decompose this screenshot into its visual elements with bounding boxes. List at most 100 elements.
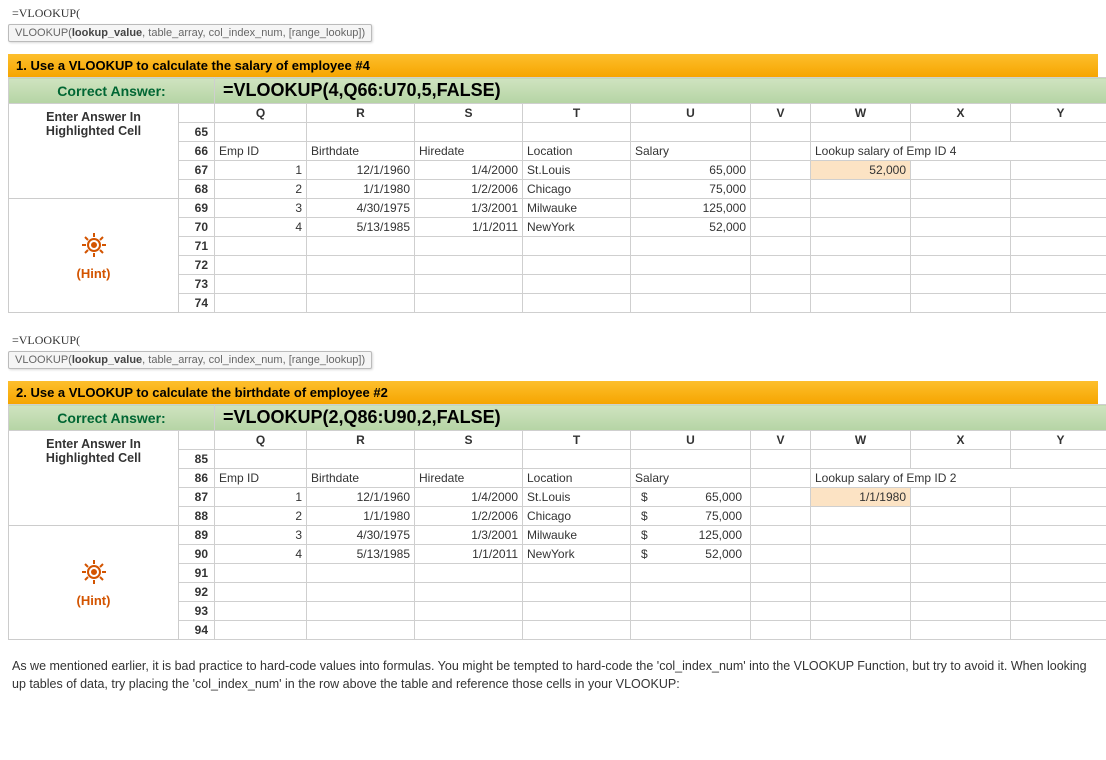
cell[interactable]: Milwauke [523,526,631,545]
cell[interactable] [751,602,811,621]
cell[interactable] [415,564,523,583]
cell[interactable] [307,275,415,294]
cell[interactable] [911,123,1011,142]
cell[interactable]: Milwauke [523,199,631,218]
cell[interactable] [811,507,911,526]
cell[interactable] [631,602,751,621]
cell[interactable]: Chicago [523,507,631,526]
cell[interactable] [1011,294,1106,313]
cell[interactable] [811,450,911,469]
cell[interactable] [523,450,631,469]
cell[interactable] [811,583,911,602]
lookup-label-1[interactable]: Lookup salary of Emp ID 4 [811,142,1106,161]
cell[interactable]: $75,000 [631,507,751,526]
cell[interactable] [631,564,751,583]
hdr-sal[interactable]: Salary [631,469,751,488]
cell[interactable]: 1/4/2000 [415,488,523,507]
cell[interactable] [811,275,911,294]
cell[interactable] [811,294,911,313]
cell[interactable]: 12/1/1960 [307,161,415,180]
cell[interactable] [307,294,415,313]
cell[interactable]: St.Louis [523,161,631,180]
cell[interactable] [215,237,307,256]
cell[interactable] [751,123,811,142]
cell[interactable] [751,294,811,313]
cell[interactable]: 1/1/2011 [415,218,523,237]
cell[interactable] [751,180,811,199]
cell[interactable] [911,507,1011,526]
cell[interactable]: 3 [215,526,307,545]
cell[interactable] [1011,123,1106,142]
cell[interactable]: 1/3/2001 [415,526,523,545]
formula-input-2[interactable]: =VLOOKUP( [8,331,1098,350]
cell[interactable] [1011,199,1106,218]
cell[interactable] [523,256,631,275]
cell[interactable]: 4/30/1975 [307,199,415,218]
cell[interactable] [307,123,415,142]
cell[interactable] [911,256,1011,275]
cell[interactable] [523,237,631,256]
cell[interactable] [751,564,811,583]
cell[interactable] [911,545,1011,564]
cell[interactable] [307,564,415,583]
cell[interactable] [215,123,307,142]
cell[interactable] [751,621,811,640]
cell[interactable] [911,218,1011,237]
cell[interactable] [751,256,811,275]
cell[interactable] [751,275,811,294]
hdr-empid[interactable]: Emp ID [215,142,307,161]
cell[interactable] [811,256,911,275]
cell[interactable] [523,583,631,602]
cell[interactable] [811,123,911,142]
cell[interactable]: 2 [215,507,307,526]
cell[interactable] [1011,564,1106,583]
cell[interactable] [811,545,911,564]
cell[interactable] [215,256,307,275]
cell[interactable] [751,488,811,507]
cell[interactable] [751,507,811,526]
hdr-hire[interactable]: Hiredate [415,469,523,488]
cell[interactable] [811,602,911,621]
cell[interactable]: 52,000 [631,218,751,237]
cell[interactable] [523,621,631,640]
cell[interactable] [1011,602,1106,621]
cell[interactable] [911,583,1011,602]
cell[interactable] [1011,180,1106,199]
cell[interactable] [1011,218,1106,237]
cell[interactable] [911,488,1011,507]
cell[interactable]: 5/13/1985 [307,218,415,237]
cell[interactable] [751,218,811,237]
cell[interactable]: 1/1/1980 [307,180,415,199]
cell[interactable] [911,621,1011,640]
cell[interactable] [215,583,307,602]
cell[interactable] [811,218,911,237]
cell[interactable] [631,450,751,469]
cell[interactable]: 5/13/1985 [307,545,415,564]
cell[interactable] [631,621,751,640]
lookup-result-1[interactable]: 52,000 [811,161,911,180]
cell[interactable] [415,294,523,313]
cell[interactable] [307,583,415,602]
cell[interactable] [415,275,523,294]
cell[interactable] [415,621,523,640]
cell[interactable]: 4 [215,545,307,564]
cell[interactable]: 1 [215,488,307,507]
cell[interactable]: 12/1/1960 [307,488,415,507]
cell[interactable]: $65,000 [631,488,751,507]
cell[interactable] [307,450,415,469]
cell[interactable] [911,526,1011,545]
cell[interactable] [523,602,631,621]
cell[interactable] [1011,256,1106,275]
cell[interactable] [1011,526,1106,545]
cell[interactable] [1011,507,1106,526]
cell[interactable]: NewYork [523,545,631,564]
cell[interactable]: 3 [215,199,307,218]
cell[interactable]: 125,000 [631,199,751,218]
cell[interactable]: St.Louis [523,488,631,507]
cell[interactable] [415,123,523,142]
cell[interactable] [911,180,1011,199]
hdr-birth[interactable]: Birthdate [307,142,415,161]
cell[interactable] [631,237,751,256]
cell[interactable] [523,294,631,313]
cell[interactable] [1011,488,1106,507]
